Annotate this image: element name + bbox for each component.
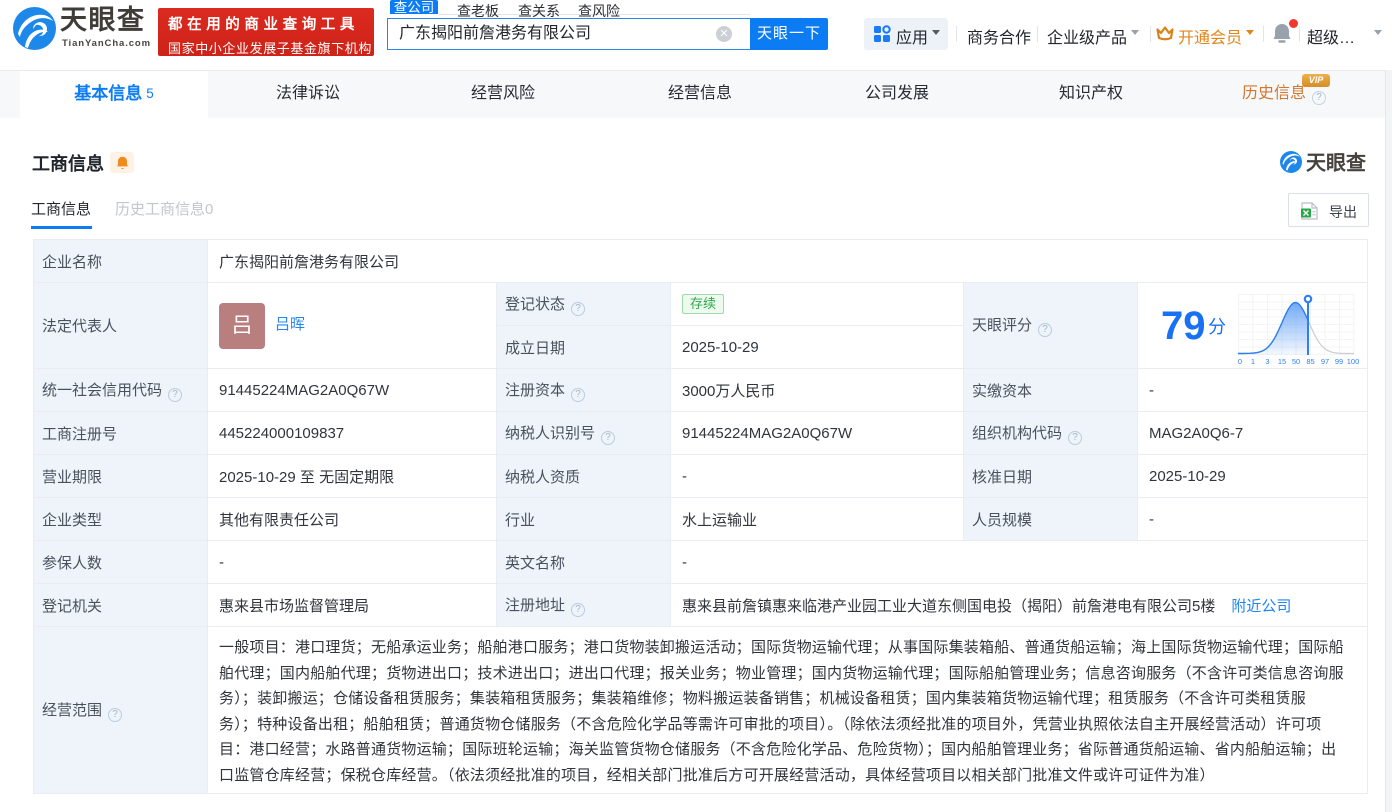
svg-text:50: 50: [1292, 357, 1300, 366]
svg-text:15: 15: [1278, 357, 1286, 366]
svg-text:0: 0: [1238, 357, 1242, 366]
svg-text:85: 85: [1306, 357, 1314, 366]
svg-text:天眼查: 天眼查: [1306, 151, 1366, 175]
svg-text:3: 3: [1265, 357, 1269, 366]
svg-text:99: 99: [1335, 357, 1343, 366]
svg-text:1: 1: [1251, 357, 1255, 366]
svg-text:100: 100: [1347, 357, 1360, 366]
svg-text:97: 97: [1321, 357, 1329, 366]
